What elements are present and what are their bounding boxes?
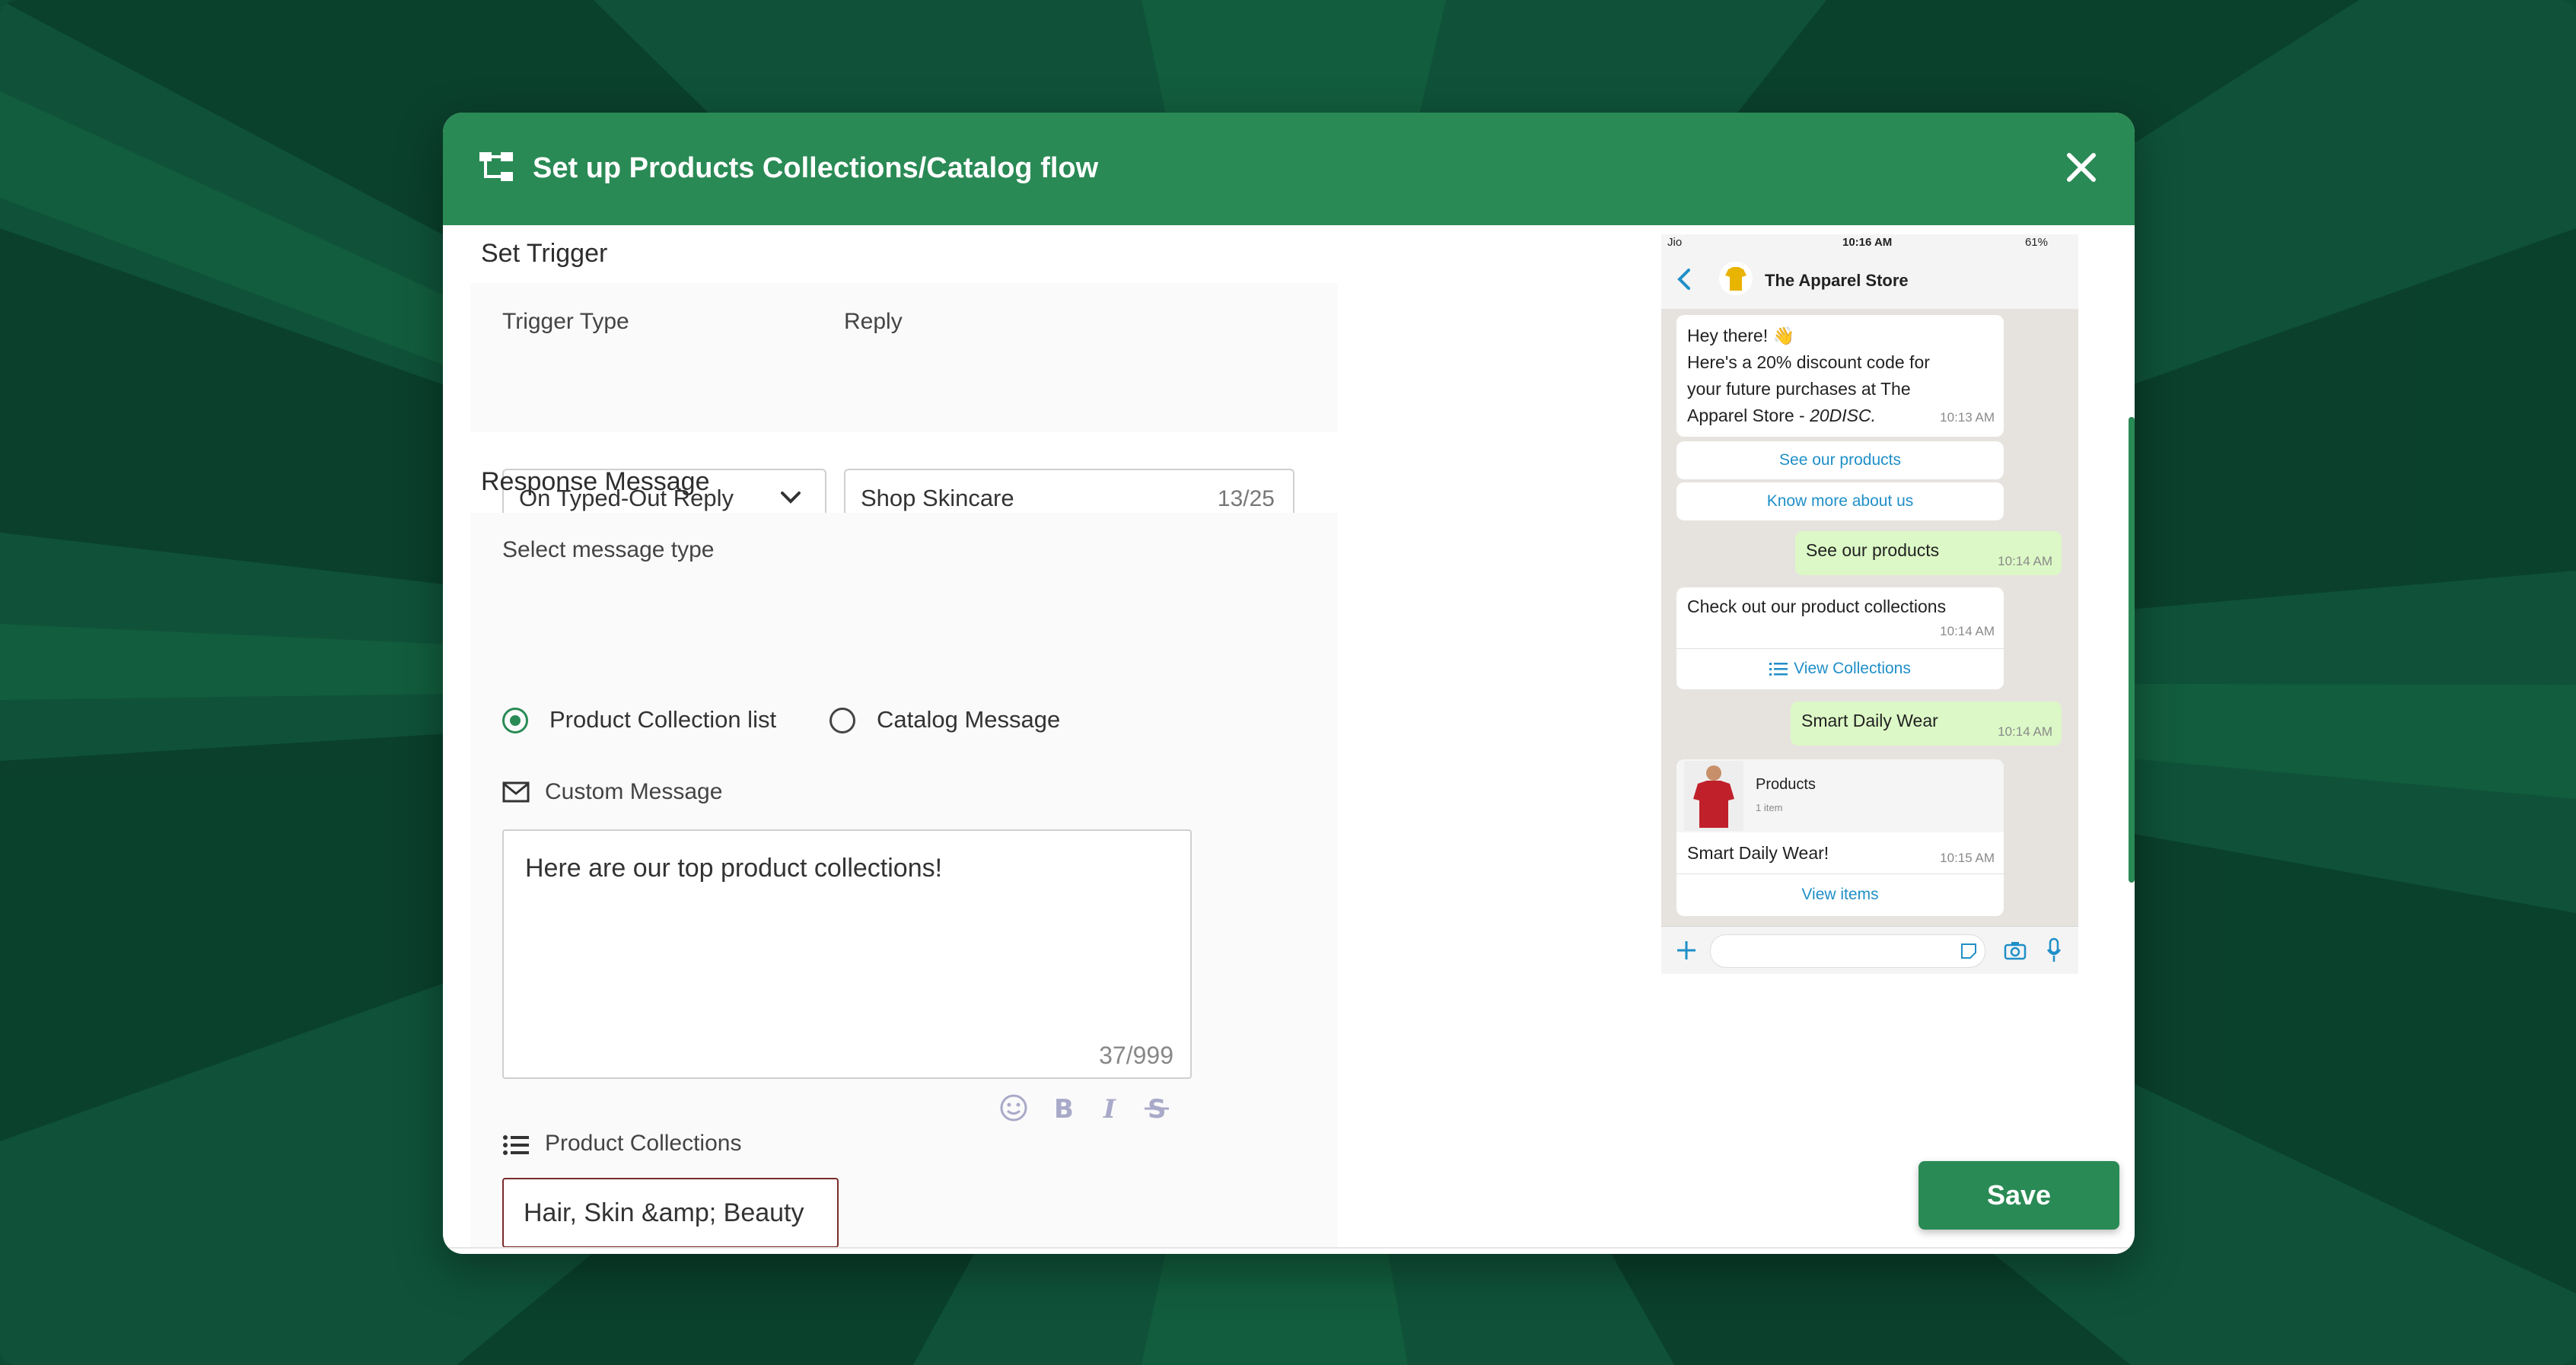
trigger-type-label: Trigger Type xyxy=(502,309,629,334)
bold-icon[interactable]: B xyxy=(1048,1093,1078,1123)
product-caption: Smart Daily Wear! xyxy=(1687,843,1829,863)
reply-value: Shop Skincare xyxy=(861,485,1014,511)
set-trigger-title: Set Trigger xyxy=(481,239,608,268)
product-time: 10:15 AM xyxy=(1940,851,1995,865)
modal-body: Set Trigger Trigger Type On Typed-Out Re… xyxy=(443,225,2135,1249)
product-bubble: Products 1 item Smart Daily Wear! 10:15 … xyxy=(1676,759,2004,916)
product-count: 1 item xyxy=(1756,802,1783,813)
modal-dialog: Set up Products Collections/Catalog flow… xyxy=(443,113,2135,1254)
modal-title: Set up Products Collections/Catalog flow xyxy=(533,152,1099,184)
status-time: 10:16 AM xyxy=(1842,236,1893,249)
sticker-icon[interactable] xyxy=(1960,942,1978,960)
outgoing-message-2: Smart Daily Wear 10:14 AM xyxy=(1791,702,2062,746)
custom-message-counter: 37/999 xyxy=(1099,1042,1173,1069)
chat-area: Hey there! 👋 Here's a 20% discount code … xyxy=(1661,309,2078,927)
know-more-button[interactable]: Know more about us xyxy=(1676,482,2004,520)
view-collections-label: View Collections xyxy=(1794,660,1911,677)
footer-divider xyxy=(443,1247,2135,1249)
list-icon xyxy=(503,1135,529,1155)
camera-icon[interactable] xyxy=(2004,940,2027,960)
trigger-panel xyxy=(470,283,1338,432)
microphone-icon[interactable] xyxy=(2046,937,2062,963)
radio-product-collection[interactable] xyxy=(502,708,528,733)
greeting-time: 10:13 AM xyxy=(1940,410,1995,425)
whatsapp-preview: Jio 10:16 AM 61% The Apparel Store Hey t… xyxy=(1661,234,2078,974)
outgoing-message-2-time: 10:14 AM xyxy=(1998,724,2052,739)
store-name: The Apparel Store xyxy=(1765,271,1909,290)
product-collection-chip[interactable]: Hair, Skin &amp; Beauty xyxy=(502,1178,839,1248)
plus-icon[interactable] xyxy=(1675,939,1698,962)
radio-catalog-message[interactable] xyxy=(829,708,855,733)
chevron-down-icon xyxy=(781,492,801,504)
greeting-line-1: Hey there! 👋 xyxy=(1687,326,1795,345)
chat-input-bar xyxy=(1661,926,2078,974)
greeting-bubble: Hey there! 👋 Here's a 20% discount code … xyxy=(1676,315,2004,437)
product-collections-label: Product Collections xyxy=(545,1131,742,1156)
svg-text:I: I xyxy=(1103,1094,1116,1123)
response-message-title: Response Message xyxy=(481,467,710,496)
save-button[interactable]: Save xyxy=(1918,1161,2119,1230)
modal-header: Set up Products Collections/Catalog flow xyxy=(443,113,2135,225)
message-type-label: Select message type xyxy=(502,537,715,562)
radio-catalog-message-label[interactable]: Catalog Message xyxy=(877,706,1060,733)
chat-header: The Apparel Store xyxy=(1661,251,2078,310)
discount-code: 20DISC. xyxy=(1810,406,1877,425)
product-collection-value: Hair, Skin &amp; Beauty xyxy=(524,1198,804,1227)
strikethrough-icon[interactable]: S xyxy=(1142,1093,1172,1123)
see-products-button[interactable]: See our products xyxy=(1676,441,2004,479)
outgoing-message-1-time: 10:14 AM xyxy=(1998,554,2052,568)
scrollbar[interactable] xyxy=(2129,417,2135,883)
status-battery: 61% xyxy=(2024,236,2048,249)
flow-icon xyxy=(479,152,513,181)
outgoing-message-1: See our products 10:14 AM xyxy=(1795,531,2062,575)
status-carrier: Jio xyxy=(1667,236,1683,249)
store-avatar xyxy=(1719,262,1753,295)
radio-product-collection-label[interactable]: Product Collection list xyxy=(549,706,776,733)
greeting-line-4: Apparel Store - xyxy=(1687,406,1810,425)
list-icon xyxy=(1769,663,1788,676)
close-icon[interactable] xyxy=(2060,146,2103,189)
greeting-line-3: your future purchases at The xyxy=(1687,379,1911,399)
phone-status-bar: Jio 10:16 AM 61% xyxy=(1661,234,2078,251)
outgoing-message-1-text: See our products xyxy=(1806,540,1940,560)
greeting-line-2: Here's a 20% discount code for xyxy=(1687,352,1930,372)
view-items-button[interactable]: View items xyxy=(1676,875,2004,915)
collections-time: 10:14 AM xyxy=(1940,624,1995,638)
outgoing-message-2-text: Smart Daily Wear xyxy=(1801,711,1938,730)
chat-input-field[interactable] xyxy=(1710,934,1985,968)
custom-message-label: Custom Message xyxy=(545,779,723,804)
collections-bubble: Check out our product collections 10:14 … xyxy=(1676,587,2004,689)
product-thumbnail xyxy=(1684,761,1743,831)
reply-counter: 13/25 xyxy=(1217,486,1275,511)
svg-text:B: B xyxy=(1054,1094,1074,1123)
custom-message-textarea[interactable]: Here are our top product collections! 37… xyxy=(502,829,1192,1079)
reply-label: Reply xyxy=(844,309,903,334)
collections-text: Check out our product collections xyxy=(1687,597,1947,616)
product-title: Products xyxy=(1756,776,1816,793)
back-arrow-icon[interactable] xyxy=(1676,268,1692,291)
italic-icon[interactable]: I xyxy=(1094,1093,1125,1123)
view-collections-button[interactable]: View Collections xyxy=(1676,650,2004,688)
custom-message-value: Here are our top product collections! xyxy=(525,854,943,883)
envelope-icon xyxy=(502,781,530,803)
emoji-icon[interactable] xyxy=(998,1093,1029,1123)
